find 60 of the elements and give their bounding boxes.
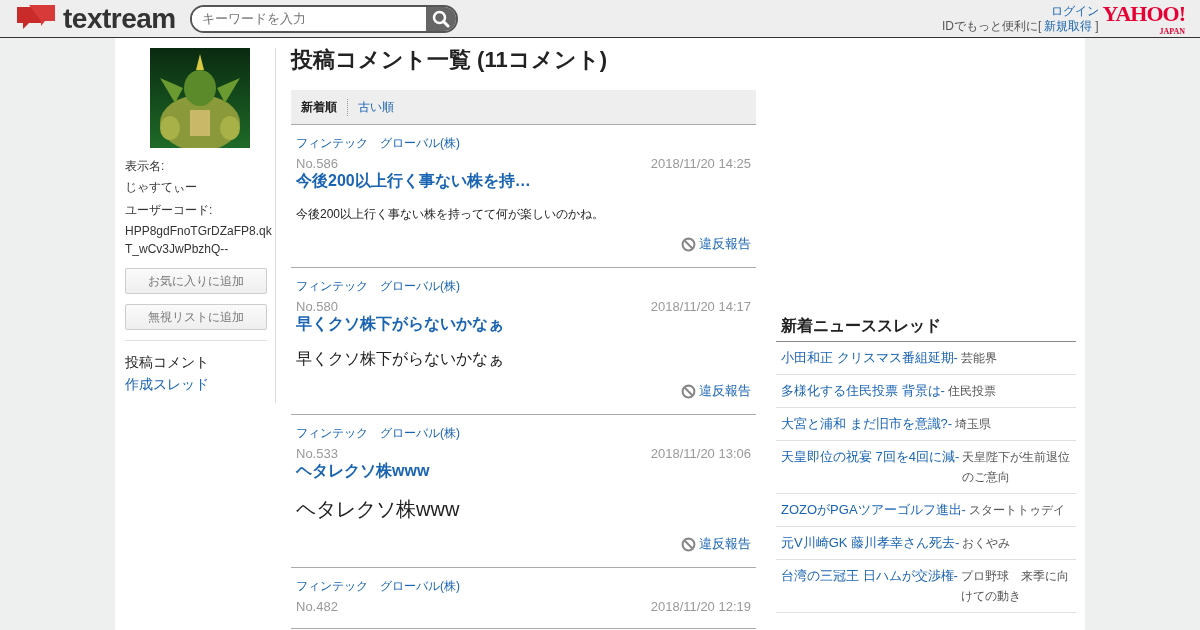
news-link[interactable]: 天皇即位の祝宴 7回を4回に減-: [781, 447, 960, 467]
user-code: HPP8gdFnoTGrDZaFP8.qkT_wCv3JwPbzhQ--: [125, 223, 273, 258]
yahoo-logo-subtext: JAPAN: [1159, 27, 1185, 36]
news-category: おくやみ: [962, 535, 1012, 552]
user-code-label: ユーザーコード:: [125, 202, 214, 219]
prohibited-icon: [681, 383, 696, 399]
comment-title-link[interactable]: ヘタレクソ株www: [296, 461, 751, 482]
add-button[interactable]: 無視リストに追加: [125, 304, 267, 330]
news-link[interactable]: 元V川崎GK 藤川孝幸さん死去-: [781, 533, 960, 553]
sort-tab[interactable]: 新着順: [301, 98, 347, 116]
signup-link[interactable]: 新規取得: [1044, 18, 1093, 33]
search-field[interactable]: キーワードを入力: [189, 4, 458, 33]
logo-text[interactable]: textream: [63, 2, 176, 35]
comment-date: 2018/11/20 14:25: [650, 156, 751, 171]
comment-date: 2018/11/20 14:17: [650, 299, 751, 314]
comment-title-link[interactable]: 今後200以上行く事ない株を持…: [296, 171, 751, 192]
news-link[interactable]: 小田和正 クリスマス番組延期-: [781, 348, 958, 368]
comment-date: 2018/11/20 12:19: [650, 599, 751, 614]
profile-nav-link[interactable]: 投稿コメント: [125, 351, 275, 373]
comment-number: No.586: [296, 156, 338, 171]
bracket-text: ]: [1095, 18, 1099, 33]
news-link[interactable]: 多様化する住民投票 背景は-: [781, 381, 945, 401]
comment-body: 今後200以上行く事ない株を持ってて何が楽しいのかね。: [296, 206, 606, 223]
news-category: 天皇陛下が生前退位のご意向: [962, 449, 1071, 486]
news-link[interactable]: ZOZOがPGAツアーゴルフ進出-: [781, 500, 966, 520]
comment-number: No.580: [296, 299, 338, 314]
prohibited-icon: [681, 536, 696, 552]
board-link[interactable]: フィンテック グローバル(株): [296, 278, 751, 295]
sort-tab[interactable]: 古い順: [347, 98, 404, 116]
add-button[interactable]: お気に入りに追加: [125, 268, 267, 294]
login-link[interactable]: ログイン: [1050, 3, 1099, 18]
prohibited-icon: [681, 236, 696, 252]
news-link[interactable]: 大宮と浦和 まだ旧市を意識?-: [781, 414, 953, 434]
news-category: 住民投票: [947, 383, 997, 400]
board-link[interactable]: フィンテック グローバル(株): [296, 425, 751, 442]
news-category: 埼玉県: [955, 416, 993, 433]
comment-body: ヘタレクソ株www: [296, 497, 461, 522]
search-button[interactable]: [425, 6, 456, 31]
yahoo-logo[interactable]: YAHOO!: [1102, 1, 1185, 27]
board-link[interactable]: フィンテック グローバル(株): [296, 135, 751, 152]
news-link[interactable]: 台湾の三冠王 日ハムが交渉権-: [781, 566, 958, 586]
news-category: プロ野球 来季に向けての動き: [960, 568, 1070, 605]
profile-nav-link[interactable]: 作成スレッド: [125, 373, 275, 395]
report-link[interactable]: 違反報告: [681, 382, 751, 400]
display-name-label: 表示名:: [125, 158, 166, 175]
news-category: 芸能界: [960, 350, 998, 367]
report-link[interactable]: 違反報告: [681, 235, 751, 253]
comment-number: No.533: [296, 446, 338, 461]
comment-body: 早くクソ株下がらないかなぁ: [296, 349, 505, 369]
report-link[interactable]: 違反報告: [681, 535, 751, 553]
search-icon: [431, 9, 450, 28]
comment-date: 2018/11/20 13:06: [650, 446, 751, 461]
display-name: じゃすてぃー: [125, 179, 198, 196]
comment-title-link[interactable]: 早くクソ株下がらないかなぁ: [296, 314, 751, 335]
board-link[interactable]: フィンテック グローバル(株): [296, 578, 751, 595]
comment-number: No.482: [296, 599, 338, 614]
page-title: 投稿コメント一覧 (11コメント): [291, 48, 609, 72]
news-category: スタートトゥデイ: [968, 502, 1066, 519]
news-section-title: 新着ニューススレッド: [776, 316, 1076, 342]
id-prompt-text: IDでもっと便利に[: [941, 18, 1042, 33]
